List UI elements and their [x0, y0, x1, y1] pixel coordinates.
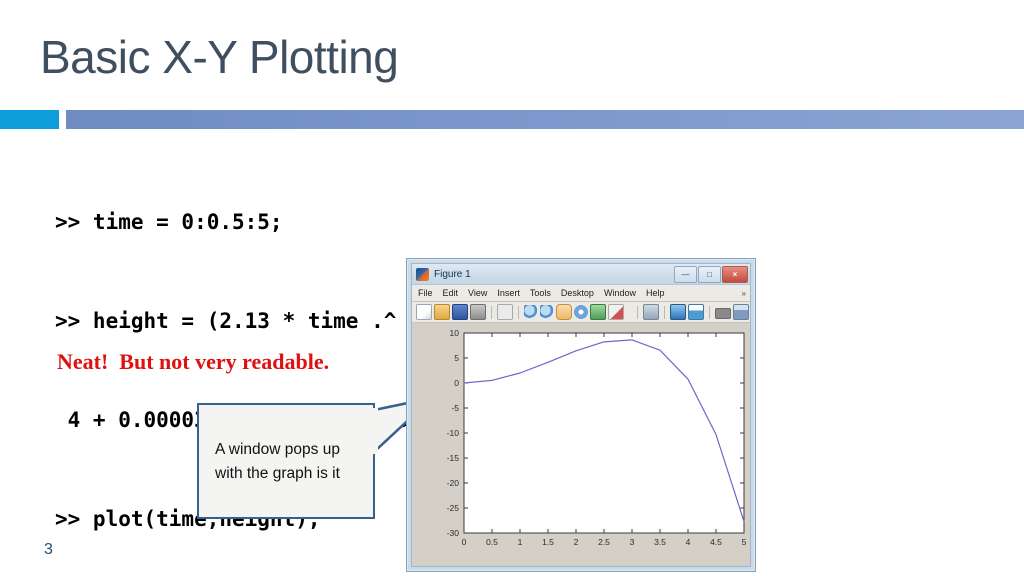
menu-item-window[interactable]: Window [604, 288, 636, 298]
accent-bar [66, 110, 1024, 129]
menu-item-file[interactable]: File [418, 288, 433, 298]
toolbar-separator [664, 305, 665, 319]
svg-text:5: 5 [454, 353, 459, 363]
svg-text:0: 0 [454, 378, 459, 388]
svg-text:2.5: 2.5 [598, 537, 610, 547]
code-line: >> time = 0:0.5:5; [55, 210, 283, 234]
hide-plot-tools-icon[interactable] [715, 308, 731, 319]
brush-icon[interactable] [608, 304, 624, 320]
svg-text:5: 5 [742, 537, 747, 547]
menu-item-tools[interactable]: Tools [530, 288, 551, 298]
svg-text:-5: -5 [451, 403, 459, 413]
matlab-membrane-icon [416, 267, 429, 281]
callout: A window pops up with the graph is it [197, 396, 434, 519]
slide-page-number: 3 [44, 541, 53, 558]
save-figure-icon[interactable] [452, 304, 468, 320]
plot-svg: 0 0.5 1 1.5 2 2.5 3 3.5 4 4.5 5 10 5 0 -5 -10 -15 -20 -25 -… [447, 328, 747, 547]
svg-text:-20: -20 [447, 478, 460, 488]
minimize-glyph: — [681, 269, 690, 279]
plot-canvas[interactable]: 0 0.5 1 1.5 2 2.5 3 3.5 4 4.5 5 10 5 0 -5 -10 -15 -20 -25 -… [412, 323, 750, 561]
new-figure-icon[interactable] [416, 304, 432, 320]
callout-line-1: A window pops up [215, 441, 340, 458]
svg-text:0.5: 0.5 [486, 537, 498, 547]
svg-text:-25: -25 [447, 503, 460, 513]
svg-text:0: 0 [462, 537, 467, 547]
edit-plot-pointer-icon[interactable] [497, 304, 513, 320]
link-plot-icon[interactable] [643, 304, 659, 320]
menu-item-view[interactable]: View [468, 288, 487, 298]
close-icon: × [732, 269, 738, 279]
svg-text:-15: -15 [447, 453, 460, 463]
accent-square [0, 110, 59, 129]
zoom-in-icon[interactable] [524, 305, 538, 319]
close-button[interactable]: × [722, 266, 748, 283]
maximize-glyph: □ [707, 269, 712, 279]
minimize-button[interactable]: — [674, 266, 697, 283]
remark-text: Neat! But not very readable. [57, 349, 330, 374]
print-figure-icon[interactable] [470, 304, 486, 320]
zoom-out-icon[interactable] [540, 305, 554, 319]
menu-item-insert[interactable]: Insert [497, 288, 520, 298]
figure-window-inner: Figure 1 — □ × File Edit View Insert Too… [411, 263, 751, 567]
menu-overflow-icon[interactable]: » [742, 289, 746, 298]
svg-text:-10: -10 [447, 428, 460, 438]
svg-text:2: 2 [574, 537, 579, 547]
toolbar-separator [637, 305, 638, 319]
figure-window-title: Figure 1 [434, 268, 471, 280]
legend-icon[interactable] [688, 304, 704, 320]
data-cursor-icon[interactable] [590, 304, 606, 320]
matlab-figure-window[interactable]: Figure 1 — □ × File Edit View Insert Too… [406, 258, 756, 572]
figure-menubar: File Edit View Insert Tools Desktop Wind… [412, 285, 750, 302]
toolbar-separator [709, 305, 710, 319]
brush-dropdown-icon[interactable] [626, 305, 632, 319]
svg-text:10: 10 [450, 328, 460, 338]
pan-icon[interactable] [556, 304, 572, 320]
figure-titlebar[interactable]: Figure 1 — □ × [412, 264, 750, 285]
rotate-3d-icon[interactable] [574, 305, 588, 319]
callout-line-2: with the graph is it [215, 465, 340, 482]
callout-text: A window pops up with the graph is it [215, 438, 365, 486]
svg-text:3: 3 [630, 537, 635, 547]
figure-toolbar [412, 302, 750, 323]
open-file-icon[interactable] [434, 304, 450, 320]
show-plot-tools-icon[interactable] [733, 304, 749, 320]
page-title: Basic X-Y Plotting [40, 31, 399, 83]
svg-text:4.5: 4.5 [710, 537, 722, 547]
window-controls: — □ × [674, 266, 748, 283]
svg-text:4: 4 [686, 537, 691, 547]
maximize-button[interactable]: □ [698, 266, 721, 283]
menu-item-desktop[interactable]: Desktop [561, 288, 594, 298]
svg-text:1: 1 [518, 537, 523, 547]
svg-text:-30: -30 [447, 528, 460, 538]
toolbar-separator [491, 305, 492, 319]
svg-text:3.5: 3.5 [654, 537, 666, 547]
colorbar-icon[interactable] [670, 304, 686, 320]
menu-item-help[interactable]: Help [646, 288, 665, 298]
toolbar-separator [518, 305, 519, 319]
svg-text:1.5: 1.5 [542, 537, 554, 547]
menu-item-edit[interactable]: Edit [443, 288, 459, 298]
